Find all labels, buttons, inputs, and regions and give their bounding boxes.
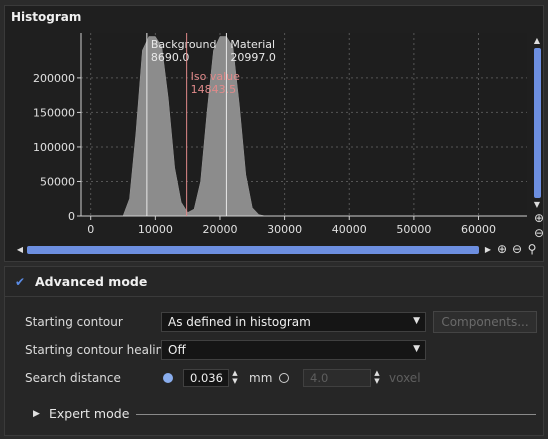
zoom-in-icon[interactable]: ⊕ xyxy=(495,242,509,256)
marker-value-label: 20997.0 xyxy=(230,51,276,64)
mm-unit: mm xyxy=(249,371,273,385)
search-distance-mm-value: 0.036 xyxy=(190,371,223,385)
components-button[interactable]: Components... xyxy=(433,311,537,333)
x-tick-label: 30000 xyxy=(267,223,302,236)
starting-contour-label: Starting contour xyxy=(25,315,123,329)
scroll-up-icon[interactable]: ▲ xyxy=(532,36,542,46)
spin-arrows-icon[interactable]: ▲ ▼ xyxy=(371,369,383,387)
marker-value-label: 8690.0 xyxy=(151,51,190,64)
expert-mode-label[interactable]: Expert mode xyxy=(49,406,129,421)
search-distance-voxel-value: 4.0 xyxy=(310,371,329,385)
vertical-scrollbar[interactable]: ▲ ▼ xyxy=(532,36,542,210)
search-distance-mm-input[interactable]: 0.036 xyxy=(183,369,229,387)
scroll-left-icon[interactable]: ◀ xyxy=(15,244,25,256)
chevron-down-icon: ▼ xyxy=(413,316,420,326)
spin-arrows-icon[interactable]: ▲ ▼ xyxy=(229,369,241,387)
marker-value-label: 14843.5 xyxy=(191,83,237,96)
histogram-chart[interactable]: 0 10000 20000 30000 40000 50000 60000 0 50000 100… xyxy=(5,6,543,261)
zoom-out-icon[interactable]: ⊖ xyxy=(532,226,546,240)
marker-name-label: Material xyxy=(230,38,275,51)
checkmark-icon[interactable]: ✔ xyxy=(15,275,25,289)
advanced-panel: ✔ Advanced mode Starting contour As defi… xyxy=(4,266,544,436)
scroll-down-icon[interactable]: ▼ xyxy=(532,200,542,210)
x-tick-label: 10000 xyxy=(138,223,173,236)
voxel-unit: voxel xyxy=(389,371,421,385)
chevron-down-icon: ▼ xyxy=(413,344,420,354)
radio-mm[interactable] xyxy=(163,373,173,383)
advanced-mode-title: Advanced mode xyxy=(35,274,148,289)
horizontal-scroll-thumb[interactable] xyxy=(27,246,479,254)
starting-contour-value: As defined in histogram xyxy=(168,315,311,329)
histogram-title: Histogram xyxy=(11,10,82,24)
zoom-out-icon[interactable]: ⊖ xyxy=(510,242,524,256)
radio-voxel[interactable] xyxy=(279,373,289,383)
y-tick-label: 100000 xyxy=(33,141,75,154)
x-tick-label: 0 xyxy=(87,223,94,236)
zoom-in-icon[interactable]: ⊕ xyxy=(532,211,546,225)
healing-value: Off xyxy=(168,343,186,357)
search-distance-label: Search distance xyxy=(25,371,121,385)
x-tick-label: 50000 xyxy=(396,223,431,236)
advanced-mode-header[interactable]: ✔ Advanced mode xyxy=(5,267,543,297)
y-tick-label: 50000 xyxy=(40,175,75,188)
search-distance-voxel-input[interactable]: 4.0 xyxy=(303,369,371,387)
horizontal-scrollbar[interactable]: ◀ ▶ xyxy=(15,244,493,256)
x-tick-label: 20000 xyxy=(202,223,237,236)
starting-contour-dropdown[interactable]: As defined in histogram ▼ xyxy=(161,312,426,332)
expand-arrow-icon[interactable]: ▶ xyxy=(33,409,40,419)
marker-name-label: Iso value xyxy=(191,70,240,83)
y-tick-label: 0 xyxy=(68,210,75,223)
healing-dropdown[interactable]: Off ▼ xyxy=(161,340,426,360)
histogram-panel: 0 10000 20000 30000 40000 50000 60000 0 50000 100… xyxy=(4,5,544,262)
scroll-right-icon[interactable]: ▶ xyxy=(483,244,493,256)
zoom-reset-icon[interactable]: ⚲ xyxy=(525,242,539,256)
y-tick-label: 150000 xyxy=(33,106,75,119)
y-tick-label: 200000 xyxy=(33,72,75,85)
x-tick-label: 60000 xyxy=(461,223,496,236)
marker-name-label: Background xyxy=(151,38,217,51)
divider xyxy=(136,414,536,415)
healing-label: Starting contour healing xyxy=(25,343,171,357)
x-tick-label: 40000 xyxy=(332,223,367,236)
vertical-scroll-thumb[interactable] xyxy=(534,48,541,198)
